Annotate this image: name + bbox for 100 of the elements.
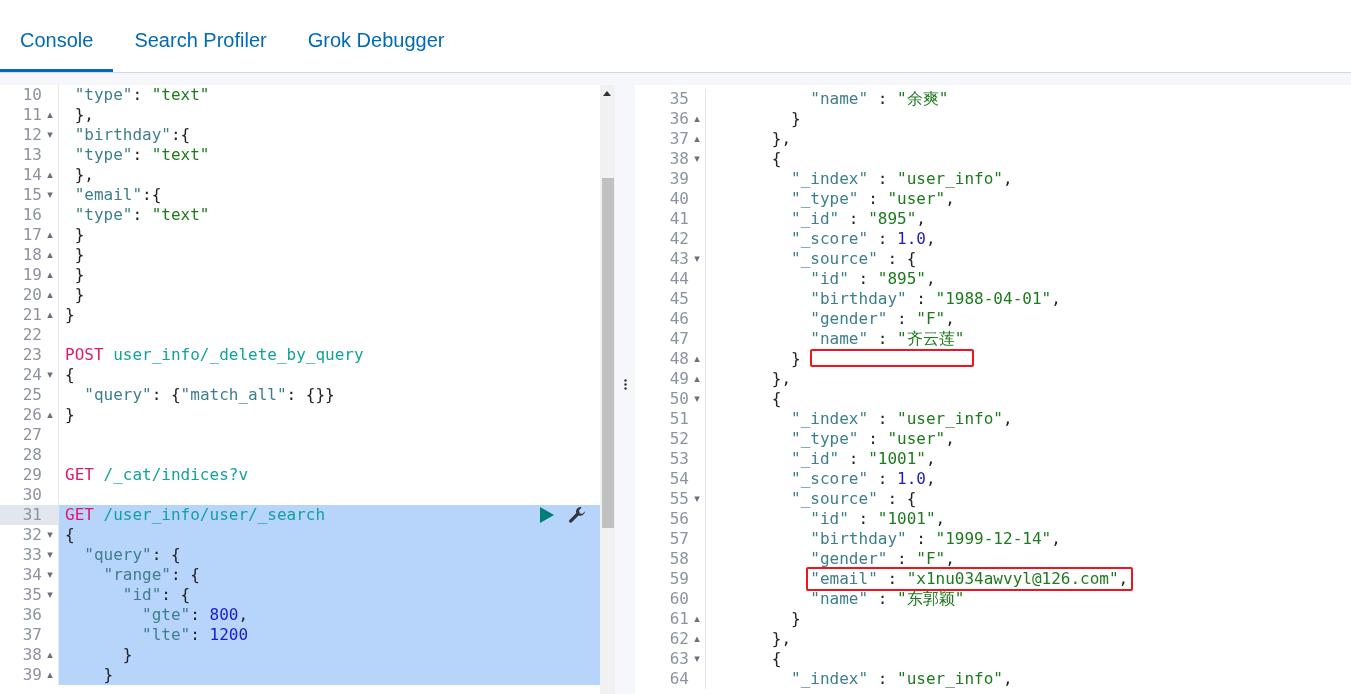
line-number: 47 <box>669 329 689 349</box>
code-line: } <box>65 305 75 325</box>
line-number: 41 <box>669 209 689 229</box>
code-line: }, <box>771 369 792 389</box>
fold-toggle[interactable]: ▾ <box>694 253 700 265</box>
code-line: "_source" : { <box>791 249 917 269</box>
code-line: "type": "text" <box>74 145 210 165</box>
fold-toggle[interactable]: ▾ <box>47 529 53 541</box>
code-line: POST user_info/_delete_by_query <box>65 345 364 365</box>
code-line: GET /_cat/indices?v <box>65 465 249 485</box>
fold-toggle[interactable]: ▴ <box>694 633 700 645</box>
fold-toggle[interactable]: ▾ <box>47 549 53 561</box>
line-number: 25 <box>22 385 42 405</box>
scroll-up-icon[interactable] <box>603 91 611 96</box>
line-number: 29 <box>22 465 42 485</box>
line-number: 57 <box>669 529 689 549</box>
fold-toggle[interactable]: ▾ <box>694 393 700 405</box>
code-line: "query": { <box>84 545 181 565</box>
fold-toggle[interactable]: ▴ <box>47 289 53 301</box>
code-line: "birthday" : "1988-04-01", <box>810 289 1061 309</box>
line-number: 22 <box>22 325 42 345</box>
line-number: 44 <box>669 269 689 289</box>
code-line: { <box>771 149 782 169</box>
fold-toggle[interactable]: ▴ <box>47 269 53 281</box>
tab[interactable]: Search Profiler <box>114 15 287 72</box>
line-number: 49 <box>669 369 689 389</box>
line-number: 26 <box>22 405 42 425</box>
code-line: } <box>74 265 85 285</box>
fold-toggle[interactable]: ▴ <box>694 613 700 625</box>
fold-toggle[interactable]: ▾ <box>47 589 53 601</box>
code-line: "_score" : 1.0, <box>791 229 936 249</box>
fold-toggle[interactable]: ▾ <box>47 569 53 581</box>
code-line: } <box>74 285 85 305</box>
code-line: }, <box>771 629 792 649</box>
wrench-icon[interactable] <box>568 506 586 524</box>
line-number: 24 <box>22 365 42 385</box>
line-number: 15 <box>22 185 42 205</box>
fold-toggle[interactable]: ▴ <box>47 409 53 421</box>
line-number: 28 <box>22 445 42 465</box>
code-line: "name" : "余爽" <box>810 89 949 109</box>
line-number: 11 <box>22 105 42 125</box>
code-line: } <box>122 645 133 665</box>
line-number: 61 <box>669 609 689 629</box>
line-number: 10 <box>22 85 42 105</box>
line-number: 27 <box>22 425 42 445</box>
code-line: "gender" : "F", <box>810 549 955 569</box>
fold-toggle[interactable]: ▾ <box>694 653 700 665</box>
line-number: 64 <box>669 669 689 689</box>
fold-toggle[interactable]: ▴ <box>694 373 700 385</box>
line-number: 17 <box>22 225 42 245</box>
code-line: GET /user_info/user/_search <box>65 505 326 525</box>
line-number: 35 <box>669 89 689 109</box>
fold-toggle[interactable]: ▴ <box>47 229 53 241</box>
code-line: "range": { <box>103 565 200 585</box>
fold-toggle[interactable]: ▴ <box>47 109 53 121</box>
fold-toggle[interactable]: ▴ <box>694 133 700 145</box>
code-line: } <box>103 665 114 685</box>
line-number: 39 <box>669 169 689 189</box>
line-number: 14 <box>22 165 42 185</box>
fold-toggle[interactable]: ▾ <box>47 369 53 381</box>
line-number: 42 <box>669 229 689 249</box>
line-number: 38 <box>22 645 42 665</box>
fold-toggle[interactable]: ▴ <box>47 309 53 321</box>
code-line: "_source" : { <box>791 489 917 509</box>
line-number: 16 <box>22 205 42 225</box>
code-line: { <box>65 525 75 545</box>
line-number: 36 <box>669 109 689 129</box>
line-number: 37 <box>669 129 689 149</box>
line-number: 23 <box>22 345 42 365</box>
fold-toggle[interactable]: ▴ <box>47 169 53 181</box>
fold-toggle[interactable]: ▴ <box>47 649 53 661</box>
line-number: 46 <box>669 309 689 329</box>
line-number: 43 <box>669 249 689 269</box>
fold-toggle[interactable]: ▴ <box>47 669 53 681</box>
fold-toggle[interactable]: ▾ <box>47 189 53 201</box>
scrollbar-thumb[interactable] <box>602 178 614 528</box>
resize-handle-icon[interactable] <box>623 379 627 390</box>
fold-toggle[interactable]: ▾ <box>694 153 700 165</box>
tab[interactable]: Grok Debugger <box>287 15 465 72</box>
fold-toggle[interactable]: ▴ <box>694 113 700 125</box>
code-line: "_score" : 1.0, <box>791 469 936 489</box>
line-number: 30 <box>22 485 42 505</box>
fold-toggle[interactable]: ▴ <box>47 249 53 261</box>
line-number: 50 <box>669 389 689 409</box>
code-line: "_index" : "user_info", <box>791 409 1013 429</box>
code-line: "_index" : "user_info", <box>791 169 1013 189</box>
code-line: "email" : "x1nu034awvyl@126.com", <box>810 569 1129 589</box>
line-number: 34 <box>22 565 42 585</box>
code-line: "lte": 1200 <box>142 625 249 645</box>
code-line: } <box>65 405 75 425</box>
code-line: "name" : "齐云莲" <box>810 329 965 349</box>
fold-toggle[interactable]: ▴ <box>694 353 700 365</box>
code-line: "_index" : "user_info", <box>791 669 1013 689</box>
fold-toggle[interactable]: ▾ <box>694 493 700 505</box>
line-number: 55 <box>669 489 689 509</box>
play-icon[interactable] <box>540 507 554 523</box>
fold-toggle[interactable]: ▾ <box>47 129 53 141</box>
line-number: 54 <box>669 469 689 489</box>
line-number: 52 <box>669 429 689 449</box>
code-line: "_type" : "user", <box>791 189 955 209</box>
